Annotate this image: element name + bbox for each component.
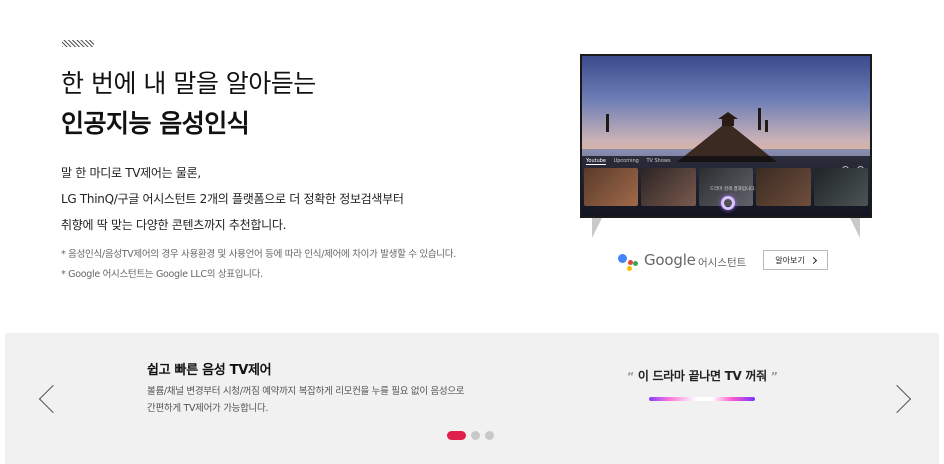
google-logo-text: Google: [644, 251, 696, 269]
google-assistant-label: 어시스턴트: [698, 257, 747, 269]
thinq-voice-icon: [721, 196, 735, 210]
pagination-dot-1[interactable]: [447, 431, 466, 440]
learn-more-label: 알아보기: [775, 255, 805, 265]
description-line3: 취향에 딱 맞는 다양한 콘텐츠까지 추천합니다.: [61, 218, 287, 232]
footnote-voice-recognition: * 음성인식/음성TV제어의 경우 사용환경 및 사용언어 등에 따라 인식/제…: [61, 249, 456, 260]
description-line2: LG ThinQ/구글 어시스턴트 2개의 플랫폼으로 더 정확한 정보검색부터: [61, 192, 404, 206]
pagination-dot-2[interactable]: [471, 431, 480, 440]
google-assistant-icon: [618, 252, 638, 272]
prev-slide-button[interactable]: [38, 384, 68, 414]
next-slide-button[interactable]: [882, 384, 912, 414]
slide-description-line1: 볼륨/채널 변경부터 시청/꺼짐 예약까지 복잡하게 리모컨을 누를 필요 없이…: [147, 386, 465, 397]
voice-command-example: “ 이 드라마 끝나면 TV 꺼줘 ”: [627, 367, 778, 384]
close-quote-mark: ”: [770, 370, 778, 383]
tv-tab: TV Shows: [646, 158, 671, 164]
tv-tab: Youtube: [586, 158, 606, 165]
tv-screen: Youtube Upcoming TV Shows 드라마 검색 결과입니다.: [580, 54, 872, 218]
tv-thumbnail: [584, 168, 639, 206]
palm-tree: [606, 114, 609, 132]
hut: [722, 118, 734, 126]
tv-stand-right: [850, 218, 860, 238]
feature-carousel: 쉽고 빠른 음성 TV제어 볼륨/채널 변경부터 시청/꺼짐 예약까지 복잡하게…: [5, 333, 939, 464]
assistant-prompt: 드라마 검색 결과입니다.: [710, 187, 756, 192]
description-line1: 말 한 마디로 TV제어는 물론,: [61, 166, 201, 180]
headline-line1: 한 번에 내 말을 알아듣는: [61, 69, 316, 98]
description: 말 한 마디로 TV제어는 물론, LG ThinQ/구글 어시스턴트 2개의 …: [61, 160, 404, 238]
open-quote-mark: “: [627, 370, 634, 383]
learn-more-button[interactable]: 알아보기: [763, 250, 828, 270]
tv-stand-left: [592, 218, 602, 238]
palm-tree: [765, 120, 768, 132]
slide-title: 쉽고 빠른 음성 TV제어: [147, 363, 272, 378]
slide-description: 볼륨/채널 변경부터 시청/꺼짐 예약까지 복잡하게 리모컨을 누를 필요 없이…: [147, 383, 465, 417]
headline-line2: 인공지능 음성인식: [61, 109, 250, 138]
carousel-pagination: [447, 431, 494, 440]
voice-command-text: 이 드라마 끝나면 TV 꺼줘: [637, 369, 767, 383]
slide-description-line2: 간편하게 TV제어가 가능합니다.: [147, 403, 269, 414]
tv-thumbnail: [756, 168, 811, 206]
voice-waveform-bar: [649, 397, 755, 401]
tv-tab: Upcoming: [613, 158, 639, 164]
pagination-dot-3[interactable]: [485, 431, 494, 440]
chevron-right-icon: [809, 256, 817, 264]
decorative-hatch: [62, 40, 94, 47]
tv-ui-tabs: Youtube Upcoming TV Shows: [586, 158, 677, 165]
tv-product-image: Youtube Upcoming TV Shows 드라마 검색 결과입니다.: [580, 54, 872, 238]
tv-thumbnail: [813, 168, 869, 206]
footnote-google-trademark: * Google 어시스턴트는 Google LLC의 상표입니다.: [61, 269, 263, 280]
palm-tree: [758, 108, 761, 130]
tv-thumbnail: [641, 168, 696, 206]
